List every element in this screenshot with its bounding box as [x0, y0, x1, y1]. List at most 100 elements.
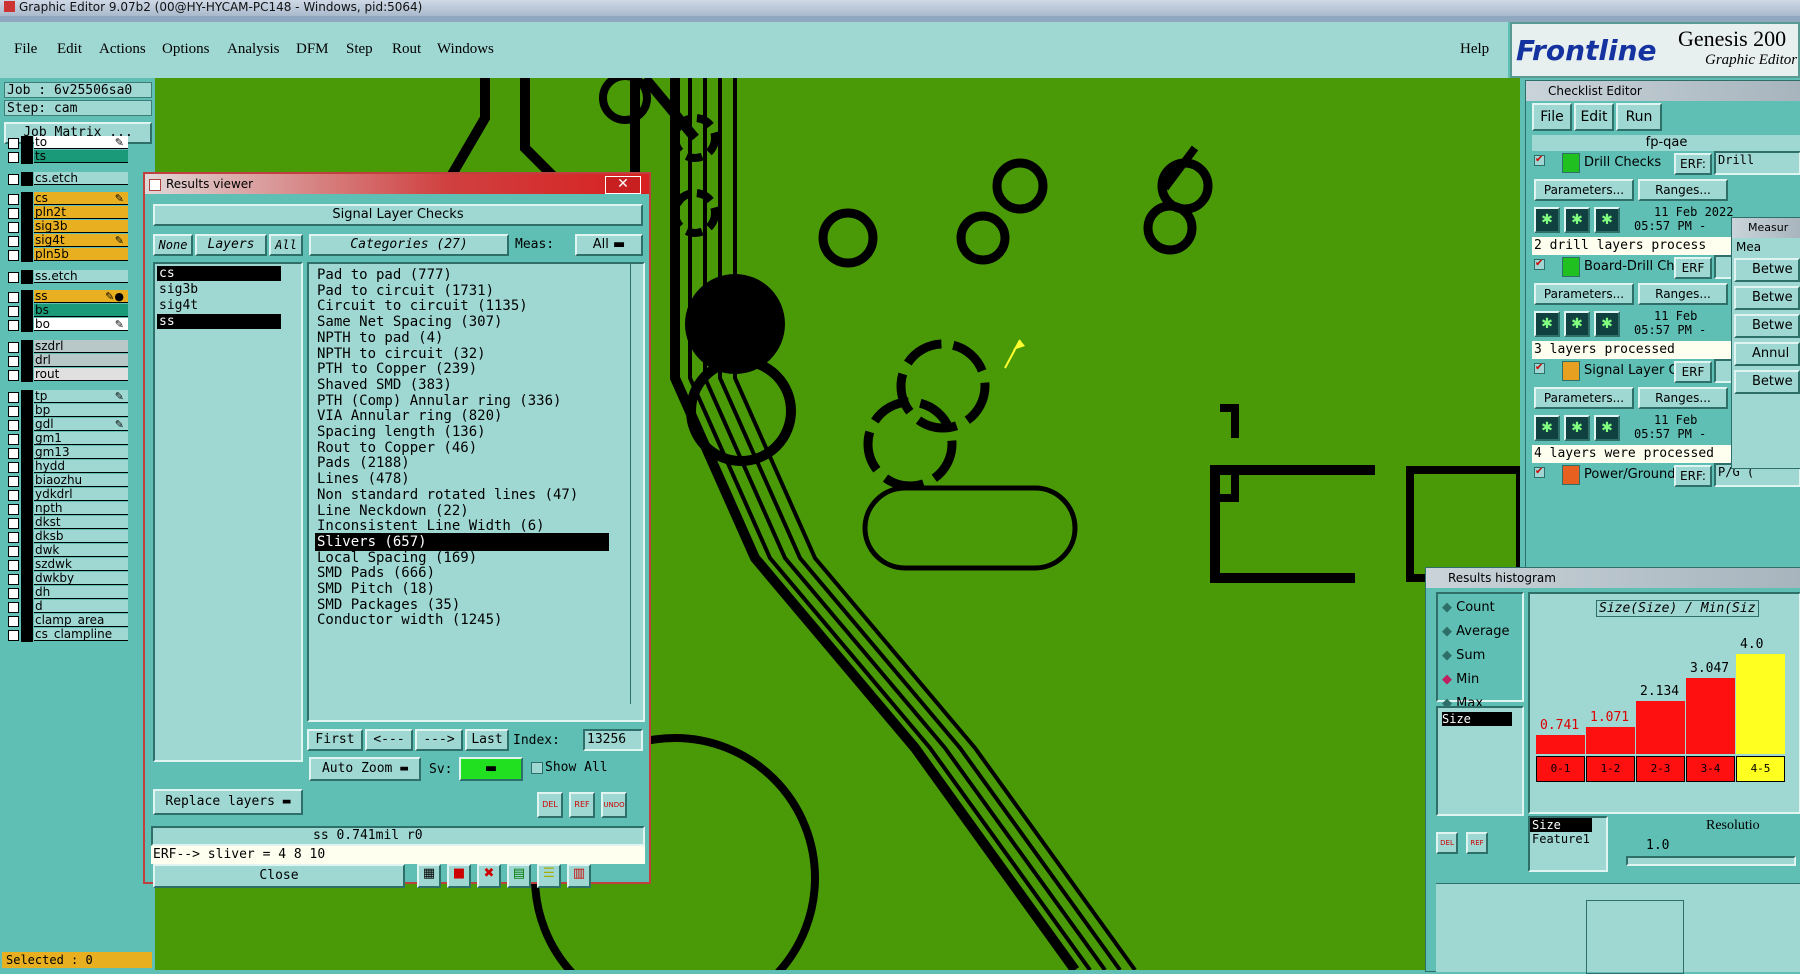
run-check-icon[interactable]: ✱ — [1534, 415, 1560, 441]
stat-option[interactable]: ◆ Count — [1442, 600, 1495, 615]
layer-checkbox[interactable] — [8, 476, 19, 487]
layer-row-cs[interactable]: cs ✎ — [6, 192, 128, 206]
layer-checkbox[interactable] — [8, 462, 19, 473]
menu-actions[interactable]: Actions — [99, 41, 146, 58]
layer-results-list[interactable]: cs sig3b sig4t ss — [153, 262, 303, 762]
layer-row-dh[interactable]: dh — [6, 586, 128, 600]
layer-affected-marker[interactable] — [21, 354, 33, 368]
layer-row-pln2t[interactable]: pln2t — [6, 206, 128, 220]
layer-checkbox[interactable] — [8, 602, 19, 613]
layer-row-d[interactable]: d — [6, 600, 128, 614]
layer-row-drl[interactable]: drl — [6, 354, 128, 368]
block-checkbox[interactable]: ✔ — [1534, 467, 1545, 478]
layer-affected-marker[interactable] — [21, 530, 33, 544]
block-checkbox[interactable]: ✔ — [1534, 155, 1545, 166]
layer-affected-marker[interactable] — [21, 544, 33, 558]
erf-button[interactable]: ERF — [1674, 361, 1712, 383]
histogram-icon[interactable]: ▥ — [567, 864, 591, 888]
layer-row-bp[interactable]: bp — [6, 404, 128, 418]
menu-step[interactable]: Step — [346, 41, 373, 58]
menu-file[interactable]: File — [14, 41, 37, 58]
show-all-checkbox[interactable] — [531, 762, 543, 774]
ranges-button[interactable]: Ranges... — [1638, 179, 1728, 201]
layer-checkbox[interactable] — [8, 532, 19, 543]
stat-option[interactable]: ◆ Average — [1442, 624, 1510, 639]
radio-icon[interactable]: ◆ — [1442, 672, 1452, 687]
layer-affected-marker[interactable] — [21, 270, 33, 284]
meas-dropdown[interactable]: All ▬ — [575, 234, 643, 256]
layer-checkbox[interactable] — [8, 208, 19, 219]
layer-affected-marker[interactable] — [21, 488, 33, 502]
sv-color-dropdown[interactable]: ▬ — [459, 757, 523, 781]
layer-affected-marker[interactable] — [21, 502, 33, 516]
measure-option[interactable]: Betwe — [1734, 286, 1800, 310]
layer-affected-marker[interactable] — [21, 404, 33, 418]
last-button[interactable]: Last — [465, 729, 509, 751]
layer-checkbox[interactable] — [8, 560, 19, 571]
layer-row-szdwk[interactable]: szdwk — [6, 558, 128, 572]
layer-icon[interactable]: ▤ — [507, 864, 531, 888]
layer-checkbox[interactable] — [8, 152, 19, 163]
resolution-slider[interactable] — [1626, 856, 1796, 866]
layer-checkbox[interactable] — [8, 504, 19, 515]
stat-option[interactable]: ◆ Sum — [1442, 648, 1485, 663]
layer-affected-marker[interactable] — [21, 446, 33, 460]
ref-icon[interactable]: REF — [569, 792, 595, 818]
layer-row-npth[interactable]: npth — [6, 502, 128, 516]
layer-checkbox[interactable] — [8, 490, 19, 501]
undo-icon[interactable]: UNDO — [601, 792, 627, 818]
layer-affected-marker[interactable] — [21, 614, 33, 628]
menu-edit[interactable]: Edit — [57, 41, 82, 58]
layer-checkbox[interactable] — [8, 518, 19, 529]
menu-dfm[interactable]: DFM — [296, 41, 329, 58]
layer-affected-marker[interactable] — [21, 432, 33, 446]
layer-row-gdl[interactable]: gdl ✎ — [6, 418, 128, 432]
layer-row-dwkby[interactable]: dwkby — [6, 572, 128, 586]
layer-checkbox[interactable] — [8, 320, 19, 331]
hist-del-icon[interactable]: DEL — [1436, 832, 1458, 854]
layer-row-cs-etch[interactable]: cs.etch — [6, 172, 128, 186]
measure-option[interactable]: Betwe — [1734, 258, 1800, 282]
menu-rout[interactable]: Rout — [392, 41, 421, 58]
layer-affected-marker[interactable] — [21, 600, 33, 614]
none-button[interactable]: None — [153, 234, 193, 256]
filter-icon[interactable]: ✖ — [477, 864, 501, 888]
close-icon[interactable]: ✕ — [605, 176, 641, 194]
erf-button[interactable]: ERF — [1674, 257, 1712, 279]
layer-checkbox[interactable] — [8, 356, 19, 367]
layer-row-cs-clampline[interactable]: cs_clampline — [6, 628, 128, 642]
layer-checkbox[interactable] — [8, 420, 19, 431]
layer-row-ts[interactable]: ts — [6, 150, 128, 164]
next-button[interactable]: ---> — [415, 729, 463, 751]
result-layer-cs[interactable]: cs — [157, 266, 281, 281]
run-check-icon[interactable]: ✱ — [1594, 207, 1620, 233]
layer-row-dkst[interactable]: dkst — [6, 516, 128, 530]
layer-checkbox[interactable] — [8, 434, 19, 445]
layer-affected-marker[interactable] — [21, 192, 33, 206]
erf-button[interactable]: ERF: — [1674, 153, 1712, 175]
layer-checkbox[interactable] — [8, 370, 19, 381]
parameters-button[interactable]: Parameters... — [1534, 387, 1634, 409]
replace-layers-dropdown[interactable]: Replace layers ▬ — [153, 789, 303, 815]
category-scrollbar[interactable] — [630, 264, 641, 704]
field-size[interactable]: Size — [1442, 712, 1512, 726]
display-icon[interactable]: ■ — [447, 864, 471, 888]
layer-row-dksb[interactable]: dksb — [6, 530, 128, 544]
layer-affected-marker[interactable] — [21, 460, 33, 474]
layer-checkbox[interactable] — [8, 616, 19, 627]
layer-row-hydd[interactable]: hydd — [6, 460, 128, 474]
layer-row-gm13[interactable]: gm13 — [6, 446, 128, 460]
layer-row-to[interactable]: to ✎ — [6, 136, 128, 150]
field-list[interactable]: Size — [1436, 706, 1524, 816]
layer-row-ydkdrl[interactable]: ydkdrl — [6, 488, 128, 502]
layer-affected-marker[interactable] — [21, 290, 33, 304]
layer-checkbox[interactable] — [8, 392, 19, 403]
layer-row-pln5b[interactable]: pln5b — [6, 248, 128, 262]
prev-button[interactable]: <--- — [365, 729, 413, 751]
layer-affected-marker[interactable] — [21, 558, 33, 572]
parameters-button[interactable]: Parameters... — [1534, 283, 1634, 305]
layer-row-ss-etch[interactable]: ss.etch — [6, 270, 128, 284]
layer-checkbox[interactable] — [8, 588, 19, 599]
layer-row-clamp-area[interactable]: clamp_area — [6, 614, 128, 628]
layer-affected-marker[interactable] — [21, 172, 33, 186]
